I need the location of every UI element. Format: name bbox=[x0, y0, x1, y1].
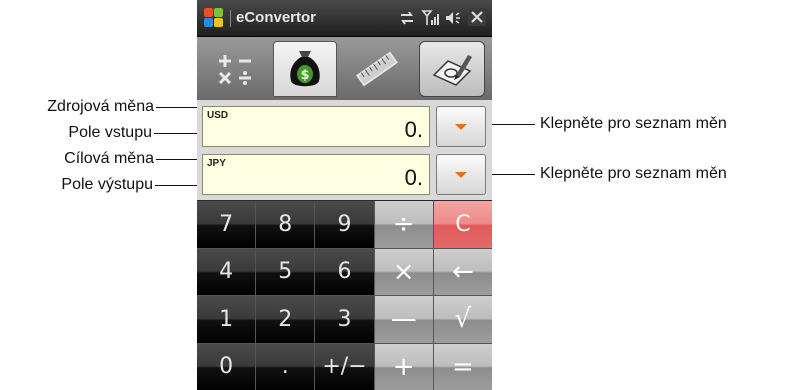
callout-source-currency: Zdrojová měna bbox=[47, 98, 154, 115]
tab-units[interactable] bbox=[345, 41, 409, 97]
title-separator bbox=[230, 10, 231, 27]
windows-start-icon[interactable] bbox=[204, 8, 224, 28]
callout-source-list-hint: Klepněte pro seznam měn bbox=[540, 115, 727, 132]
key-6[interactable]: 6 bbox=[315, 248, 374, 295]
key-9[interactable]: 9 bbox=[315, 201, 374, 248]
input-value: 0. bbox=[404, 117, 423, 142]
arithmetic-icon bbox=[218, 55, 251, 85]
key-equals[interactable]: = bbox=[433, 343, 492, 390]
edit-settings-icon bbox=[432, 55, 472, 86]
title-bar: eConvertor bbox=[197, 0, 492, 37]
key-5[interactable]: 5 bbox=[256, 248, 315, 295]
sync-icon[interactable] bbox=[398, 9, 416, 27]
ruler-icon bbox=[356, 51, 398, 87]
tab-settings[interactable] bbox=[419, 41, 485, 97]
key-0[interactable]: 0 bbox=[197, 343, 256, 390]
signal-icon[interactable] bbox=[421, 9, 439, 27]
device-screen: eConvertor $ USD 0. JPY 0. 7 8 9 ÷ C 4 5… bbox=[197, 0, 492, 390]
key-divide[interactable]: ÷ bbox=[374, 201, 433, 248]
speaker-icon[interactable] bbox=[444, 9, 462, 27]
key-sqrt[interactable]: √ bbox=[433, 296, 492, 343]
key-3[interactable]: 3 bbox=[315, 296, 374, 343]
target-currency-dropdown[interactable] bbox=[436, 154, 486, 195]
tab-currency[interactable]: $ bbox=[273, 41, 337, 97]
key-2[interactable]: 2 bbox=[256, 296, 315, 343]
output-field[interactable]: JPY 0. bbox=[202, 154, 430, 195]
svg-text:$: $ bbox=[300, 68, 309, 83]
close-icon[interactable] bbox=[468, 8, 486, 26]
app-title: eConvertor bbox=[236, 9, 317, 26]
target-currency-code: JPY bbox=[207, 158, 226, 169]
source-currency-dropdown[interactable] bbox=[436, 106, 486, 147]
key-decimal[interactable]: . bbox=[256, 343, 315, 390]
tab-bar: $ bbox=[197, 37, 492, 100]
key-7[interactable]: 7 bbox=[197, 201, 256, 248]
key-multiply[interactable]: × bbox=[374, 248, 433, 295]
callout-input-field: Pole vstupu bbox=[68, 124, 152, 141]
key-sign[interactable]: +/− bbox=[315, 343, 374, 390]
input-field[interactable]: USD 0. bbox=[202, 106, 430, 147]
source-currency-code: USD bbox=[207, 110, 229, 121]
money-bag-icon: $ bbox=[290, 51, 320, 87]
key-plus[interactable]: + bbox=[374, 343, 433, 390]
key-8[interactable]: 8 bbox=[256, 201, 315, 248]
callout-output-field: Pole výstupu bbox=[61, 176, 153, 193]
currency-fields: USD 0. JPY 0. bbox=[197, 100, 492, 200]
key-4[interactable]: 4 bbox=[197, 248, 256, 295]
key-1[interactable]: 1 bbox=[197, 296, 256, 343]
key-backspace[interactable]: ← bbox=[433, 248, 492, 295]
callout-target-currency: Cílová měna bbox=[64, 150, 154, 167]
chevron-down-icon bbox=[455, 123, 467, 130]
callout-target-list-hint: Klepněte pro seznam měn bbox=[540, 165, 727, 182]
key-minus[interactable]: — bbox=[374, 296, 433, 343]
output-value: 0. bbox=[404, 165, 423, 190]
keypad: 7 8 9 ÷ C 4 5 6 × ← 1 2 3 — √ 0 . +/− + … bbox=[197, 201, 492, 390]
key-clear[interactable]: C bbox=[433, 201, 492, 248]
chevron-down-icon bbox=[455, 171, 467, 178]
tab-calculator[interactable] bbox=[203, 41, 267, 97]
